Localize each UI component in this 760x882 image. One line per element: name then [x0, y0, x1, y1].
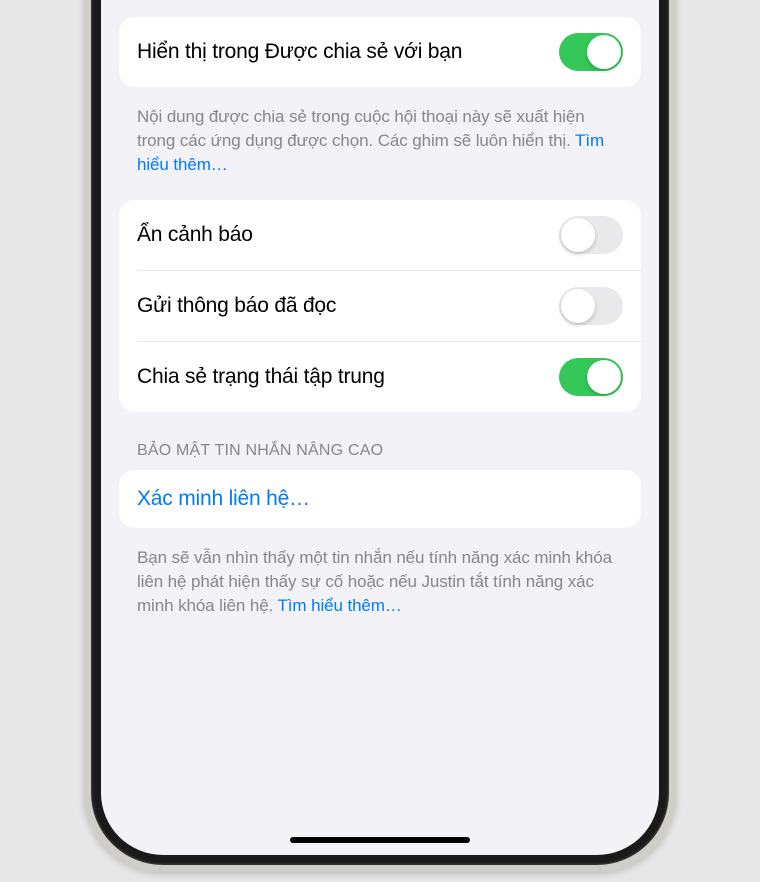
advanced-security-header: BẢO MẬT TIN NHẮN NÂNG CAO — [119, 420, 641, 470]
shared-footer-text: Nội dung được chia sẻ trong cuộc hội tho… — [137, 107, 585, 150]
verify-contact-link: Xác minh liên hệ… — [137, 487, 310, 511]
section-notifications: Ẩn cảnh báo Gửi thông báo đã đọc — [119, 200, 641, 412]
phone-frame: Hiển thị trong Được chia sẻ với bạn Nội … — [84, 0, 676, 872]
read-receipts-label: Gửi thông báo đã đọc — [137, 294, 336, 318]
read-receipts-toggle[interactable] — [559, 287, 623, 325]
hide-alerts-label: Ẩn cảnh báo — [137, 223, 253, 247]
settings-content: Hiển thị trong Được chia sẻ với bạn Nội … — [119, 0, 641, 642]
share-focus-toggle[interactable] — [559, 358, 623, 396]
row-show-in-shared: Hiển thị trong Được chia sẻ với bạn — [119, 17, 641, 87]
row-verify-contact[interactable]: Xác minh liên hệ… — [119, 470, 641, 528]
row-hide-alerts: Ẩn cảnh báo — [119, 200, 641, 270]
home-indicator[interactable] — [290, 837, 470, 843]
section-advanced-security: Xác minh liên hệ… — [119, 470, 641, 528]
learn-more-link-2[interactable]: Tìm hiểu thêm… — [278, 596, 402, 615]
hide-alerts-toggle[interactable] — [559, 216, 623, 254]
verify-footer: Bạn sẽ vẫn nhìn thấy một tin nhắn nếu tí… — [119, 536, 641, 641]
toggle-knob — [561, 289, 595, 323]
share-focus-label: Chia sẻ trạng thái tập trung — [137, 365, 385, 389]
row-read-receipts: Gửi thông báo đã đọc — [137, 270, 641, 341]
app-background: Hiển thị trong Được chia sẻ với bạn Nội … — [0, 0, 760, 882]
shared-footer: Nội dung được chia sẻ trong cuộc hội tho… — [119, 95, 641, 200]
section-shared-with-you: Hiển thị trong Được chia sẻ với bạn — [119, 17, 641, 87]
show-in-shared-label: Hiển thị trong Được chia sẻ với bạn — [137, 40, 462, 64]
toggle-knob — [587, 360, 621, 394]
phone-bezel: Hiển thị trong Được chia sẻ với bạn Nội … — [91, 0, 669, 865]
toggle-knob — [561, 218, 595, 252]
toggle-knob — [587, 35, 621, 69]
show-in-shared-toggle[interactable] — [559, 33, 623, 71]
screen: Hiển thị trong Được chia sẻ với bạn Nội … — [101, 0, 659, 855]
row-share-focus: Chia sẻ trạng thái tập trung — [137, 341, 641, 412]
